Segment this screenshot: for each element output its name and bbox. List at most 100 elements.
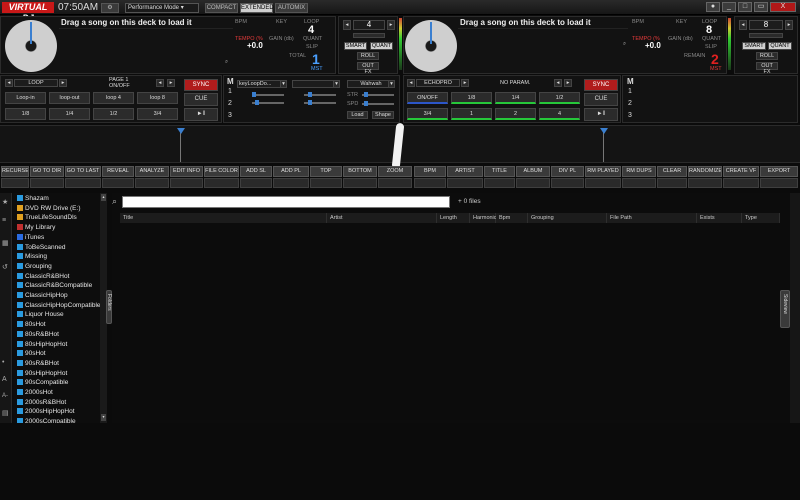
column-header-type[interactable]: Type xyxy=(742,213,780,223)
fx1-dropdown-icon[interactable]: ▾ xyxy=(280,80,287,88)
tree-item[interactable]: 2000sR&BHot xyxy=(17,398,66,408)
fx3-load-button[interactable]: Load xyxy=(347,111,368,119)
layout-extended-button[interactable]: EXTENDED xyxy=(240,3,274,13)
pads-right-page-prev-button[interactable]: ◂ xyxy=(554,79,562,87)
pad-right-3[interactable]: 1/4 xyxy=(495,92,536,104)
fx1-slider-a[interactable] xyxy=(252,94,284,96)
pad-left-1[interactable]: Loop-in xyxy=(5,92,46,104)
toolbar-button-go-to-last[interactable]: GO TO LAST xyxy=(65,166,101,177)
toolbar-button-rm-dups[interactable]: RM DUPS xyxy=(622,166,656,177)
quant-left-button[interactable]: QUANT xyxy=(370,42,393,50)
deck-right-slip-label[interactable]: SLIP xyxy=(705,44,717,50)
tree-item[interactable]: 2000sHot xyxy=(17,388,53,398)
loop-half-left-button[interactable]: ◂ xyxy=(343,20,351,30)
cue-left-button[interactable]: CUE xyxy=(184,93,218,106)
toolbar-button-rm-played[interactable]: RM PLAYED xyxy=(585,166,621,177)
pad-left-5[interactable]: 1/8 xyxy=(5,108,46,120)
tree-item[interactable]: DVD RW Drive (E:) xyxy=(17,204,81,214)
tree-item[interactable]: My Library xyxy=(17,223,55,233)
toolbar-button-div-pl[interactable]: DIV PL xyxy=(551,166,584,177)
tree-item[interactable]: 90sHot xyxy=(17,349,46,359)
toolbar-button-add-pl[interactable]: ADD PL xyxy=(273,166,309,177)
file-list-scrollbar[interactable] xyxy=(790,193,800,423)
pads-right-page-next-button[interactable]: ▸ xyxy=(564,79,572,87)
column-header-grouping[interactable]: Grouping xyxy=(528,213,607,223)
deck-left-search-icon[interactable]: ⌕ xyxy=(225,59,228,66)
toolbar-button-artist[interactable]: ARTIST xyxy=(447,166,483,177)
deck-right-quant-label[interactable]: QUANT xyxy=(702,36,721,42)
play-right-button[interactable]: ►‖ xyxy=(584,108,618,121)
pads-left-onoff-label[interactable]: ON/OFF xyxy=(109,83,130,89)
maximize-button[interactable]: □ xyxy=(738,2,752,12)
toolbar-button-edit-info[interactable]: EDIT INFO xyxy=(170,166,203,177)
toolbar-button-reveal[interactable]: REVEAL xyxy=(102,166,134,177)
layout-automix-button[interactable]: AUTOMIX xyxy=(275,3,308,13)
sideview-tab[interactable]: Sideview xyxy=(780,290,790,328)
history-icon[interactable]: ↺ xyxy=(2,263,8,271)
loop-slider-right[interactable] xyxy=(749,33,783,38)
deck-right-waveform[interactable] xyxy=(458,28,628,68)
outfx-right-button[interactable]: OUT FX xyxy=(756,62,778,75)
tree-item[interactable]: 2000sCompatible xyxy=(17,417,76,423)
loop-slider-left[interactable] xyxy=(353,33,385,38)
rhythm-waveform-area[interactable] xyxy=(0,122,800,170)
loop-double-left-button[interactable]: ▸ xyxy=(387,20,395,30)
tree-item[interactable]: Liquor House xyxy=(17,310,64,320)
pads-right-next-button[interactable]: ▸ xyxy=(461,79,469,87)
settings-gear-button[interactable]: ⚙ xyxy=(101,3,119,13)
pads-left-next-button[interactable]: ▸ xyxy=(59,79,67,87)
tree-item[interactable]: ToBeScanned xyxy=(17,243,65,253)
column-header-file-path[interactable]: File Path xyxy=(607,213,697,223)
pads-right-prev-button[interactable]: ◂ xyxy=(407,79,415,87)
tree-item[interactable]: ClassicR&BCompatible xyxy=(17,281,92,291)
toolbar-button-title[interactable]: TITLE xyxy=(484,166,515,177)
search-input[interactable] xyxy=(122,196,450,208)
column-header-artist[interactable]: Artist xyxy=(327,213,437,223)
outfx-left-button[interactable]: OUT FX xyxy=(357,62,379,75)
layout-compact-button[interactable]: COMPACT xyxy=(205,3,238,13)
playlist-icon[interactable]: ≡ xyxy=(2,217,6,224)
toolbar-button-clear[interactable]: CLEAR xyxy=(657,166,687,177)
fx1-slider-b-handle[interactable] xyxy=(255,100,259,105)
pad-left-8[interactable]: 3/4 xyxy=(137,108,178,120)
pad-right-7[interactable]: 2 xyxy=(495,108,536,120)
pad-right-4[interactable]: 1/2 xyxy=(539,92,580,104)
toolbar-button-recurse[interactable]: RECURSE xyxy=(1,166,29,177)
cue-right-button[interactable]: CUE xyxy=(584,93,618,106)
deck-right-platter[interactable] xyxy=(405,20,457,72)
font-larger-icon[interactable]: A xyxy=(2,376,7,383)
toolbar-button-analyze[interactable]: ANALYZE xyxy=(135,166,169,177)
deck-left-mst-label[interactable]: MST xyxy=(311,66,323,72)
loop-double-right-button[interactable]: ▸ xyxy=(785,20,793,30)
toolbar-button-bpm[interactable]: BPM xyxy=(414,166,446,177)
pads-left-prev-button[interactable]: ◂ xyxy=(5,79,13,87)
toolbar-button-add-sl[interactable]: ADD SL xyxy=(240,166,272,177)
tree-item[interactable]: Missing xyxy=(17,252,47,262)
pads-page-next-button[interactable]: ▸ xyxy=(167,79,175,87)
deck-left-platter[interactable] xyxy=(5,20,57,72)
column-header-bpm[interactable]: Bpm xyxy=(496,213,528,223)
roll-right-button[interactable]: ROLL xyxy=(756,52,778,60)
pads-page-prev-button[interactable]: ◂ xyxy=(156,79,164,87)
toolbar-button-create-vf[interactable]: CREATE VF xyxy=(723,166,759,177)
fx3-spd-handle[interactable] xyxy=(364,101,368,106)
scroll-down-arrow[interactable]: ▾ xyxy=(101,414,106,421)
tree-item[interactable]: Grouping xyxy=(17,262,52,272)
fx3-dropdown-icon[interactable]: ▾ xyxy=(388,80,395,88)
close-button[interactable]: X xyxy=(770,2,796,12)
fx2-slider-a-handle[interactable] xyxy=(308,92,312,97)
deck-left-slip-label[interactable]: SLIP xyxy=(306,44,318,50)
pad-right-2[interactable]: 1/8 xyxy=(451,92,492,104)
tree-item[interactable]: ClassicHipHop xyxy=(17,291,68,301)
pad-left-4[interactable]: loop 8 xyxy=(137,92,178,104)
pad-right-5[interactable]: 3/4 xyxy=(407,108,448,120)
fx3-str-handle[interactable] xyxy=(364,92,368,97)
toolbar-button-file-color[interactable]: FILE COLOR xyxy=(204,166,239,177)
tree-item[interactable]: ClassicR&BHot xyxy=(17,272,69,282)
pad-left-3[interactable]: loop 4 xyxy=(93,92,134,104)
fullscreen-button[interactable]: ▭ xyxy=(754,2,768,12)
tree-item[interactable]: 90sHipHopHot xyxy=(17,369,67,379)
loop-half-right-button[interactable]: ◂ xyxy=(739,20,747,30)
scroll-up-arrow[interactable]: ▴ xyxy=(101,194,106,201)
tree-item[interactable]: 80sHipHopHot xyxy=(17,340,67,350)
